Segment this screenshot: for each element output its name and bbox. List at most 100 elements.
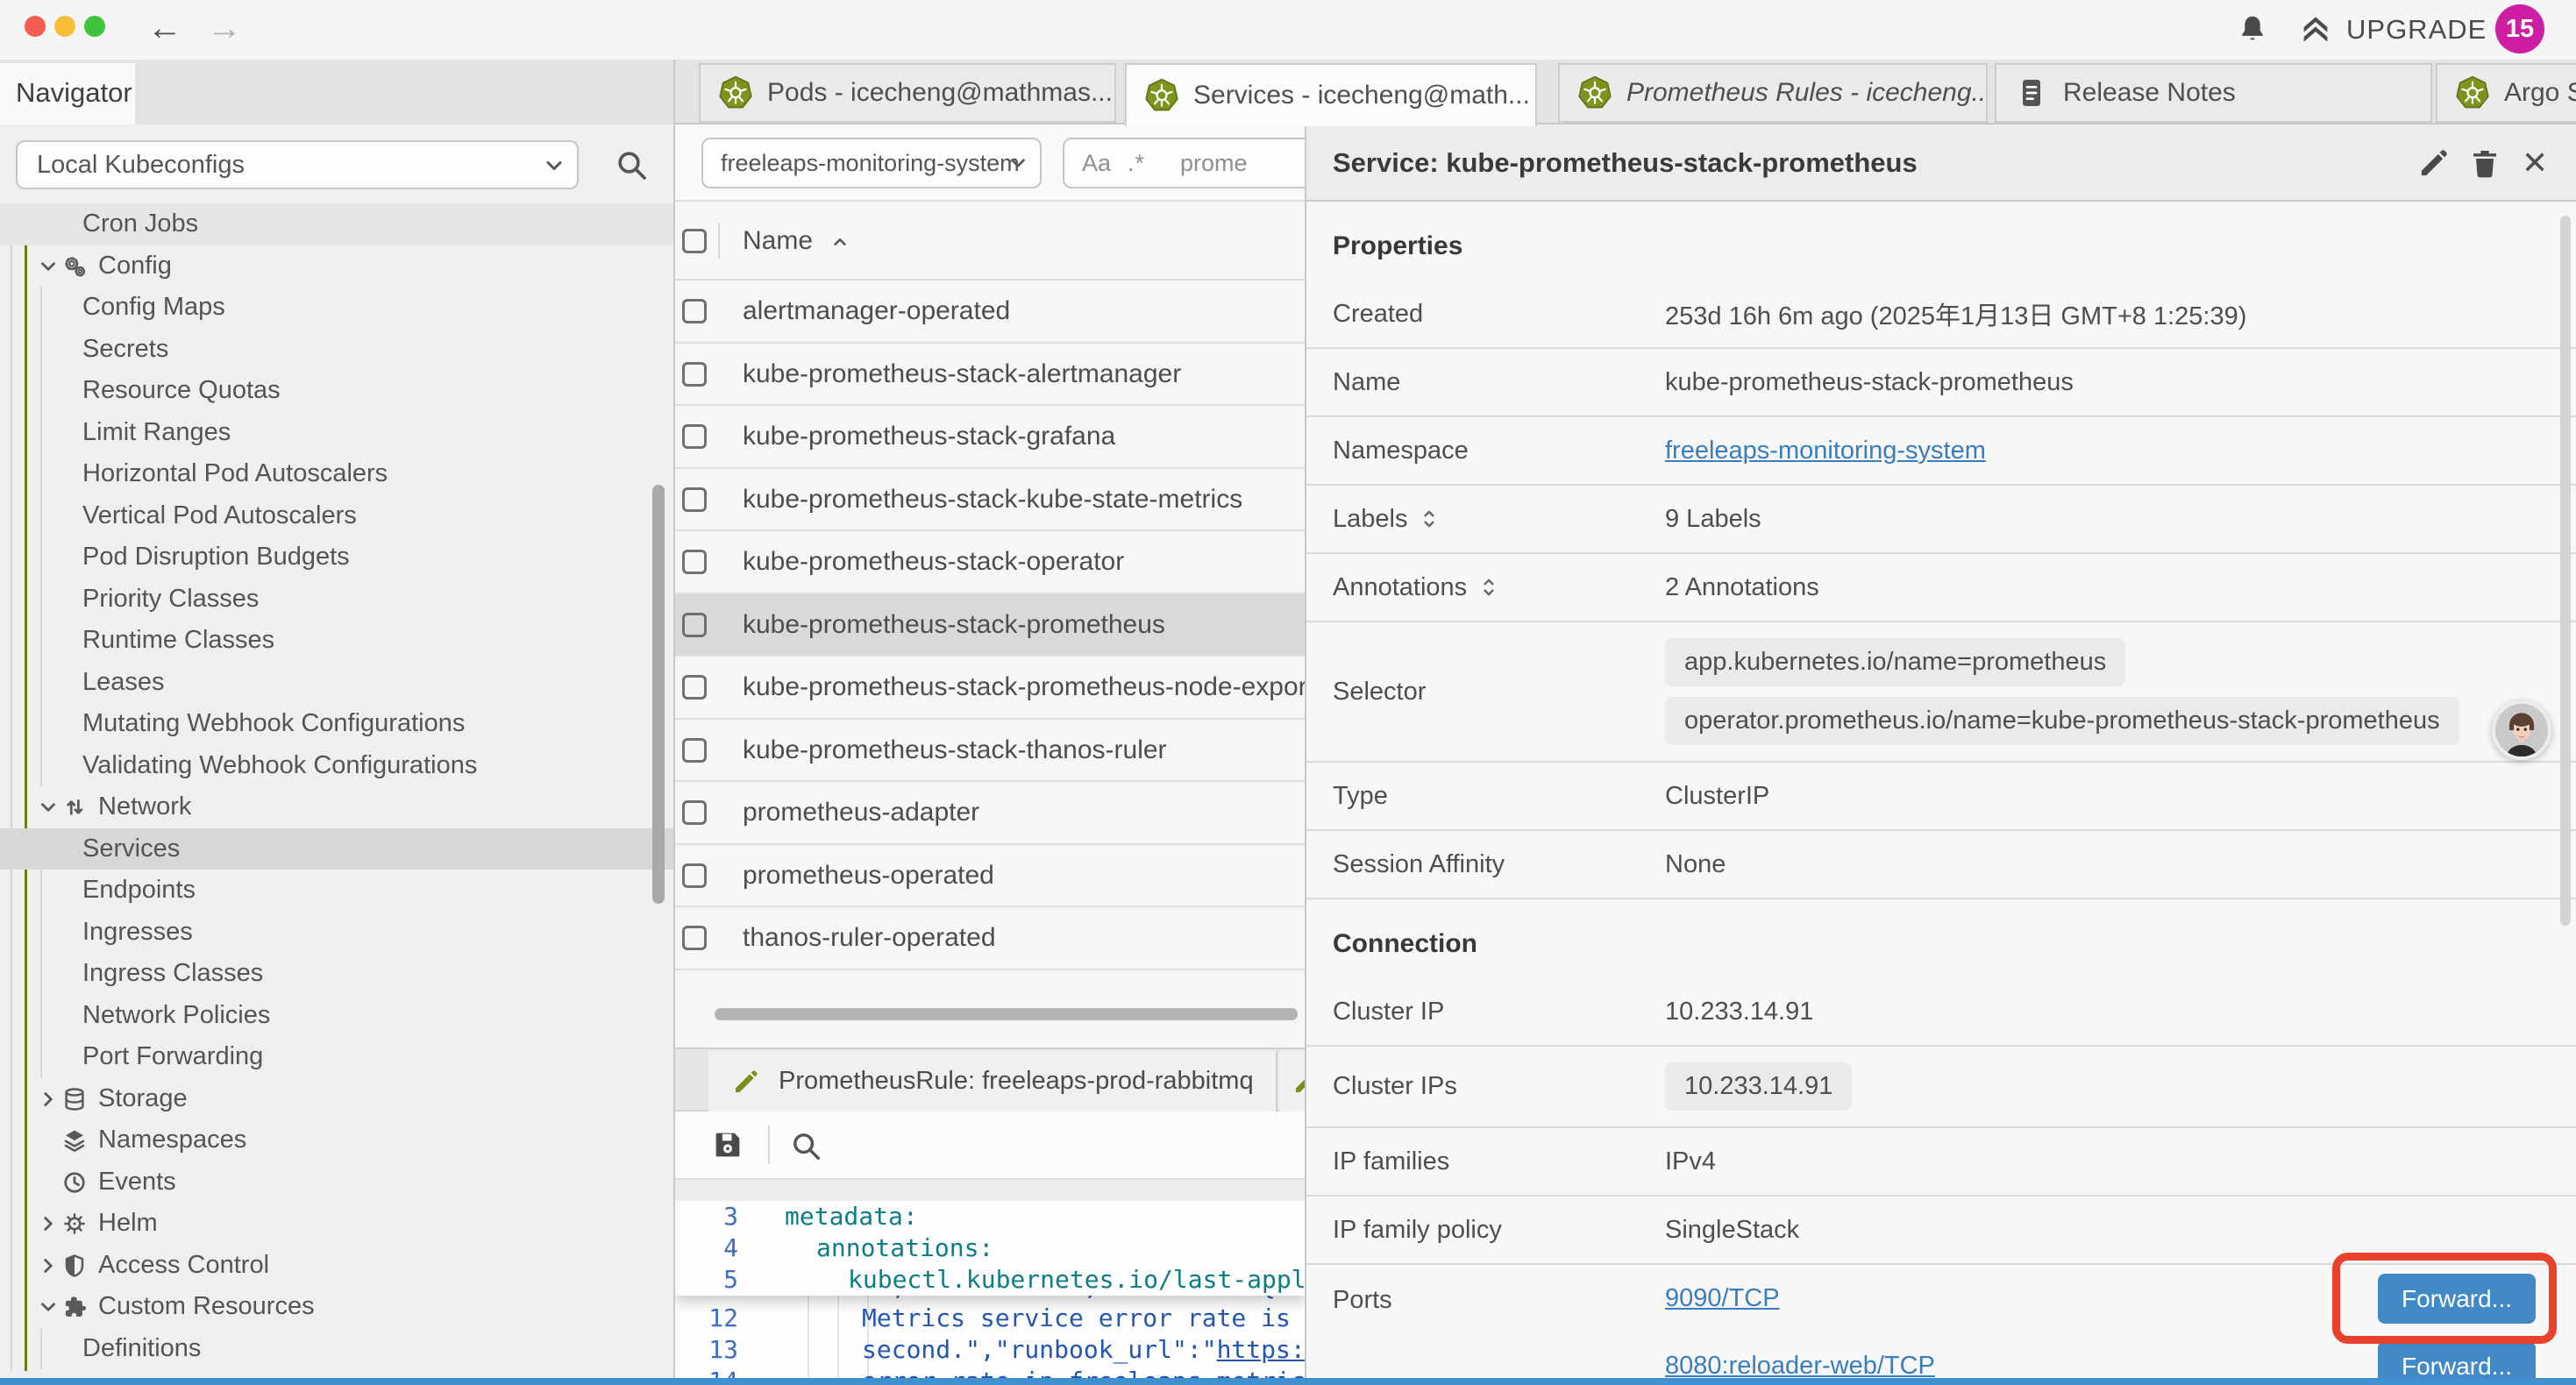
tab-navigator[interactable]: Navigator	[0, 63, 135, 126]
back-icon[interactable]: ←	[147, 7, 182, 49]
row-checkbox[interactable]	[682, 613, 707, 637]
search-icon[interactable]	[614, 147, 649, 182]
sort-ascending-icon[interactable]	[829, 231, 851, 253]
row-checkbox[interactable]	[682, 863, 707, 888]
close-icon[interactable]: ✕	[2522, 140, 2557, 175]
sidebar-item-namespaces[interactable]: Namespaces	[0, 1119, 673, 1161]
sidebar-item-leases[interactable]: Leases	[0, 662, 673, 704]
chevron-right-icon[interactable]	[37, 1254, 60, 1277]
sidebar-item-ingresses[interactable]: Ingresses	[0, 912, 673, 954]
table-row[interactable]: kube-prometheus-stack-thanos-ruler	[675, 720, 1305, 783]
row-checkbox[interactable]	[682, 487, 707, 512]
save-icon[interactable]	[710, 1127, 745, 1162]
bell-icon[interactable]	[2236, 12, 2269, 46]
sidebar-item-ingress-classes[interactable]: Ingress Classes	[0, 953, 673, 995]
table-row[interactable]: kube-prometheus-stack-operator	[675, 531, 1305, 594]
sidebar-item-access-control[interactable]: Access Control	[0, 1245, 673, 1287]
editor-link[interactable]: https://net	[1217, 1335, 1305, 1364]
edit-pencil-icon[interactable]	[2416, 146, 2451, 181]
table-row[interactable]: kube-prometheus-stack-alertmanager	[675, 344, 1305, 407]
row-checkbox[interactable]	[682, 926, 707, 950]
row-checkbox[interactable]	[682, 800, 707, 825]
sidebar-item-port-forwarding[interactable]: Port Forwarding	[0, 1036, 673, 1078]
sidebar-scrollbar[interactable]	[652, 485, 665, 904]
sidebar-item-runtime-classes[interactable]: Runtime Classes	[0, 620, 673, 662]
table-row[interactable]: prometheus-adapter	[675, 782, 1305, 845]
sort-icon[interactable]	[1416, 504, 1442, 534]
row-checkbox[interactable]	[682, 550, 707, 574]
sidebar-item-config-maps[interactable]: Config Maps	[0, 287, 673, 329]
sidebar-item-cron-jobs[interactable]: Cron Jobs	[0, 203, 673, 245]
port-link[interactable]: 9090/TCP	[1665, 1284, 1780, 1313]
namespace-link[interactable]: freeleaps-monitoring-system	[1665, 437, 1986, 465]
name-column-header[interactable]: Name	[743, 202, 813, 281]
port-link[interactable]: 8080:reloader-web/TCP	[1665, 1352, 1935, 1378]
sidebar-item-endpoints[interactable]: Endpoints	[0, 870, 673, 912]
table-row[interactable]: kube-prometheus-stack-prometheus-node-ex…	[675, 657, 1305, 720]
table-row[interactable]: kube-prometheus-stack-prometheus	[675, 594, 1305, 657]
tab-release-notes[interactable]: Release Notes	[1995, 63, 2432, 123]
editor-tab-prometheusrule[interactable]: PrometheusRule: freeleaps-prod-rabbitmq	[708, 1051, 1277, 1112]
case-sensitive-toggle[interactable]: Aa	[1082, 139, 1111, 187]
upgrade-icon[interactable]	[2297, 12, 2334, 47]
maximize-window-button[interactable]	[84, 16, 105, 37]
sidebar-item-priority-classes[interactable]: Priority Classes	[0, 579, 673, 621]
forward-button[interactable]: Forward...	[2378, 1341, 2536, 1378]
detail-scrollbar[interactable]	[2560, 216, 2571, 926]
row-checkbox[interactable]	[682, 299, 707, 323]
chevron-down-icon[interactable]	[37, 255, 60, 278]
sidebar-item-limit-ranges[interactable]: Limit Ranges	[0, 412, 673, 454]
forward-button[interactable]: Forward...	[2378, 1274, 2536, 1324]
yaml-editor[interactable]: 11o", "for": "hm", "labels": {"service":…	[675, 1201, 1305, 1378]
forward-icon[interactable]: →	[207, 7, 242, 49]
table-row[interactable]: prometheus-operated	[675, 845, 1305, 908]
editor-tab-partial[interactable]	[1279, 1051, 1305, 1112]
sidebar-item-resource-quotas[interactable]: Resource Quotas	[0, 370, 673, 412]
tab-services-icecheng-math[interactable]: Services - icecheng@math... ✕	[1125, 63, 1537, 126]
sidebar-item-helm[interactable]: Helm	[0, 1203, 673, 1245]
kubeconfig-selector[interactable]: Local Kubeconfigs	[16, 140, 579, 189]
namespace-selector[interactable]: freeleaps-monitoring-system	[701, 138, 1042, 188]
sidebar-item-secrets[interactable]: Secrets	[0, 329, 673, 371]
horizontal-scrollbar[interactable]	[715, 1008, 1298, 1020]
sidebar-item-pod-disruption-budgets[interactable]: Pod Disruption Budgets	[0, 536, 673, 579]
sidebar-item-definitions[interactable]: Definitions	[0, 1328, 673, 1370]
list-search-input[interactable]: Aa .* prome	[1063, 138, 1306, 188]
sidebar-item-custom-resources[interactable]: Custom Resources	[0, 1286, 673, 1328]
sidebar-item-network-policies[interactable]: Network Policies	[0, 995, 673, 1037]
upgrade-label[interactable]: UPGRADE	[2346, 14, 2487, 46]
tab-argo-se[interactable]: Argo Se	[2436, 63, 2576, 123]
table-row[interactable]: kube-prometheus-stack-grafana	[675, 406, 1305, 469]
row-checkbox[interactable]	[682, 738, 707, 763]
close-window-button[interactable]	[25, 16, 46, 37]
notification-count-badge[interactable]: 15	[2495, 4, 2544, 53]
sidebar-item-services[interactable]: Services	[0, 828, 673, 870]
sort-icon[interactable]	[1476, 572, 1502, 602]
sidebar-item-events[interactable]: Events	[0, 1161, 673, 1204]
sidebar-item-validating-webhook-configurations[interactable]: Validating Webhook Configurations	[0, 745, 673, 787]
table-row[interactable]: alertmanager-operated	[675, 281, 1305, 344]
sidebar-item-vertical-pod-autoscalers[interactable]: Vertical Pod Autoscalers	[0, 495, 673, 537]
chevron-right-icon[interactable]	[37, 1212, 60, 1235]
chevron-down-icon[interactable]	[37, 1296, 60, 1318]
sidebar-item-storage[interactable]: Storage	[0, 1078, 673, 1120]
chevron-down-icon[interactable]	[37, 796, 60, 819]
table-row[interactable]: kube-prometheus-stack-kube-state-metrics	[675, 469, 1305, 532]
row-checkbox[interactable]	[682, 675, 707, 700]
table-row[interactable]: thanos-ruler-operated	[675, 907, 1305, 970]
tab-prometheus-rules-icecheng[interactable]: Prometheus Rules - icecheng...	[1558, 63, 1988, 123]
chevron-right-icon[interactable]	[37, 1088, 60, 1111]
row-checkbox[interactable]	[682, 362, 707, 387]
sidebar-item-network[interactable]: Network	[0, 786, 673, 828]
trash-icon[interactable]	[2467, 146, 2502, 181]
select-all-checkbox[interactable]	[682, 229, 707, 253]
regex-toggle[interactable]: .*	[1128, 139, 1145, 187]
minimize-window-button[interactable]	[54, 16, 75, 37]
row-checkbox[interactable]	[682, 424, 707, 449]
user-avatar[interactable]	[2492, 700, 2551, 760]
sidebar-item-config[interactable]: Config	[0, 245, 673, 288]
editor-search-icon[interactable]	[789, 1129, 822, 1162]
tab-pods-icecheng-mathmas[interactable]: Pods - icecheng@mathmas...	[699, 63, 1116, 123]
sidebar-item-mutating-webhook-configurations[interactable]: Mutating Webhook Configurations	[0, 703, 673, 745]
sidebar-item-horizontal-pod-autoscalers[interactable]: Horizontal Pod Autoscalers	[0, 453, 673, 495]
